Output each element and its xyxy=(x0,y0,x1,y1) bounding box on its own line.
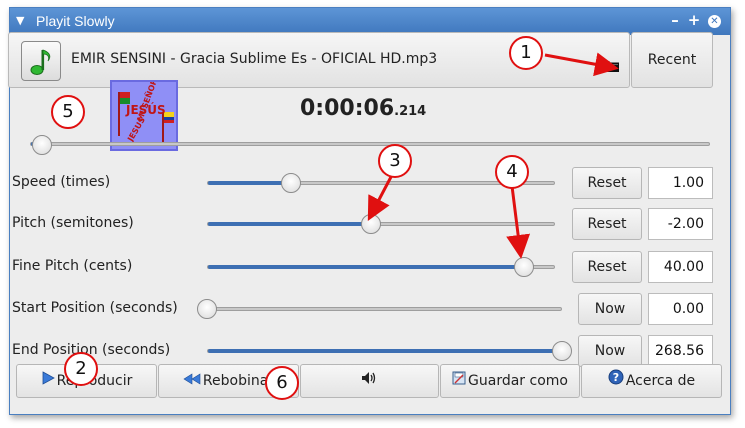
annotation-5: 5 xyxy=(51,95,85,129)
annotation-2: 2 xyxy=(64,352,98,386)
annotation-arrows xyxy=(367,52,619,259)
annotation-3: 3 xyxy=(378,144,412,178)
annotation-6: 6 xyxy=(265,366,299,400)
annotation-1: 1 xyxy=(509,36,543,70)
annotation-4: 4 xyxy=(495,155,529,189)
